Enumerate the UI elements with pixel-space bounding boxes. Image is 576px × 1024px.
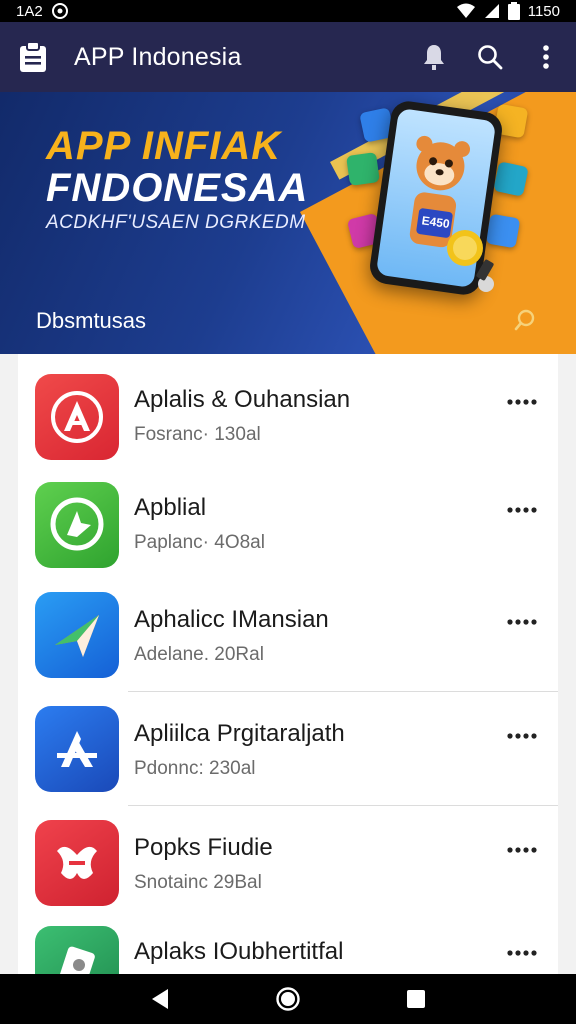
app-store-icon: [35, 706, 119, 792]
banner-subtitle: ACDKHF'USAEN DGRKEDM: [46, 212, 306, 233]
list-item[interactable]: Popks Fiudie Snotainc 29Bal: [18, 806, 558, 918]
overflow-menu-button[interactable]: [528, 39, 564, 75]
app-meta: Adelane. 20Ral: [134, 644, 264, 665]
more-horiz-icon: [507, 619, 537, 625]
search-icon: [478, 45, 503, 70]
back-button[interactable]: [140, 979, 180, 1019]
status-time-right: 1150: [527, 2, 560, 20]
promo-banner[interactable]: APP INFIAK FNDONESAA ACDKHF'USAEN DGRKED…: [0, 92, 576, 354]
app-title: APP Indonesia: [74, 42, 242, 71]
search-button[interactable]: [472, 39, 508, 75]
recents-button[interactable]: [396, 979, 436, 1019]
app-meta: Fosranc· 130al: [134, 424, 261, 445]
status-bar: 1A2 1150: [0, 0, 576, 22]
back-icon: [152, 989, 168, 1009]
list-item[interactable]: Apblial Paplanc· 4O8al: [18, 466, 558, 578]
signal-icon: [484, 4, 499, 18]
more-horiz-icon: [507, 950, 537, 956]
notification-bell-button[interactable]: [416, 39, 452, 75]
app-meta: Paplanc· 4O8al: [134, 532, 265, 553]
app-name: Apblial: [134, 494, 207, 521]
paper-plane-icon: [35, 592, 119, 678]
floating-app-icon: [346, 152, 380, 186]
recents-icon: [407, 990, 425, 1008]
list-item[interactable]: Aplaks IOubhertitfal: [18, 918, 558, 974]
banner-title-line1: APP INFIAK: [46, 124, 282, 168]
app-meta: Snotainc 29Bal: [134, 872, 262, 893]
list-item[interactable]: Apliilca Prgitaraljath Pdonnc: 230al: [18, 692, 558, 806]
photo-icon: [35, 926, 119, 974]
banner-search-button[interactable]: [512, 306, 542, 336]
more-horiz-icon: [507, 847, 537, 853]
more-horiz-icon: [507, 399, 537, 405]
home-button[interactable]: [268, 979, 308, 1019]
clipboard-icon[interactable]: [16, 40, 50, 74]
banner-footer-text: Dbsmtusas: [36, 308, 147, 333]
more-options-button[interactable]: [502, 721, 542, 751]
bell-icon: [424, 45, 444, 70]
floating-app-icon: [493, 161, 529, 197]
banner-title-line2: FNDONESAA: [46, 166, 309, 210]
more-horiz-icon: [507, 733, 537, 739]
more-options-button[interactable]: [502, 495, 542, 525]
notification-icon: [51, 3, 68, 19]
battery-icon: [507, 2, 520, 20]
app-name: Apliilca Prgitaraljath: [134, 720, 345, 747]
app-meta: Pdonnc: 230al: [134, 758, 256, 779]
wifi-icon: [456, 3, 475, 18]
home-icon: [276, 987, 300, 1011]
app-bar: APP Indonesia: [0, 22, 576, 92]
letter-a-icon: [35, 374, 119, 460]
more-options-button[interactable]: [502, 607, 542, 637]
more-options-button[interactable]: [502, 835, 542, 865]
more-horiz-icon: [507, 507, 537, 513]
app-name: Aplalis & Ouhansian: [134, 386, 351, 413]
system-nav-bar: [0, 974, 576, 1024]
list-item[interactable]: Aphalicc IMansian Adelane. 20Ral: [18, 578, 558, 692]
more-options-button[interactable]: [502, 387, 542, 417]
status-time-left: 1A2: [16, 2, 43, 20]
list-item[interactable]: Aplalis & Ouhansian Fosranc· 130al: [18, 354, 558, 466]
app-list: Aplalis & Ouhansian Fosranc· 130al Apbli…: [18, 354, 558, 974]
puzzle-icon: [35, 820, 119, 906]
app-name: Popks Fiudie: [134, 834, 273, 861]
chat-icon: [35, 482, 119, 568]
app-name: Aphalicc IMansian: [134, 606, 329, 633]
coins-illustration: [447, 230, 494, 292]
search-icon: [514, 309, 535, 331]
more-vert-icon: [543, 45, 549, 69]
app-name: Aplaks IOubhertitfal: [134, 938, 344, 965]
more-options-button[interactable]: [502, 938, 542, 968]
